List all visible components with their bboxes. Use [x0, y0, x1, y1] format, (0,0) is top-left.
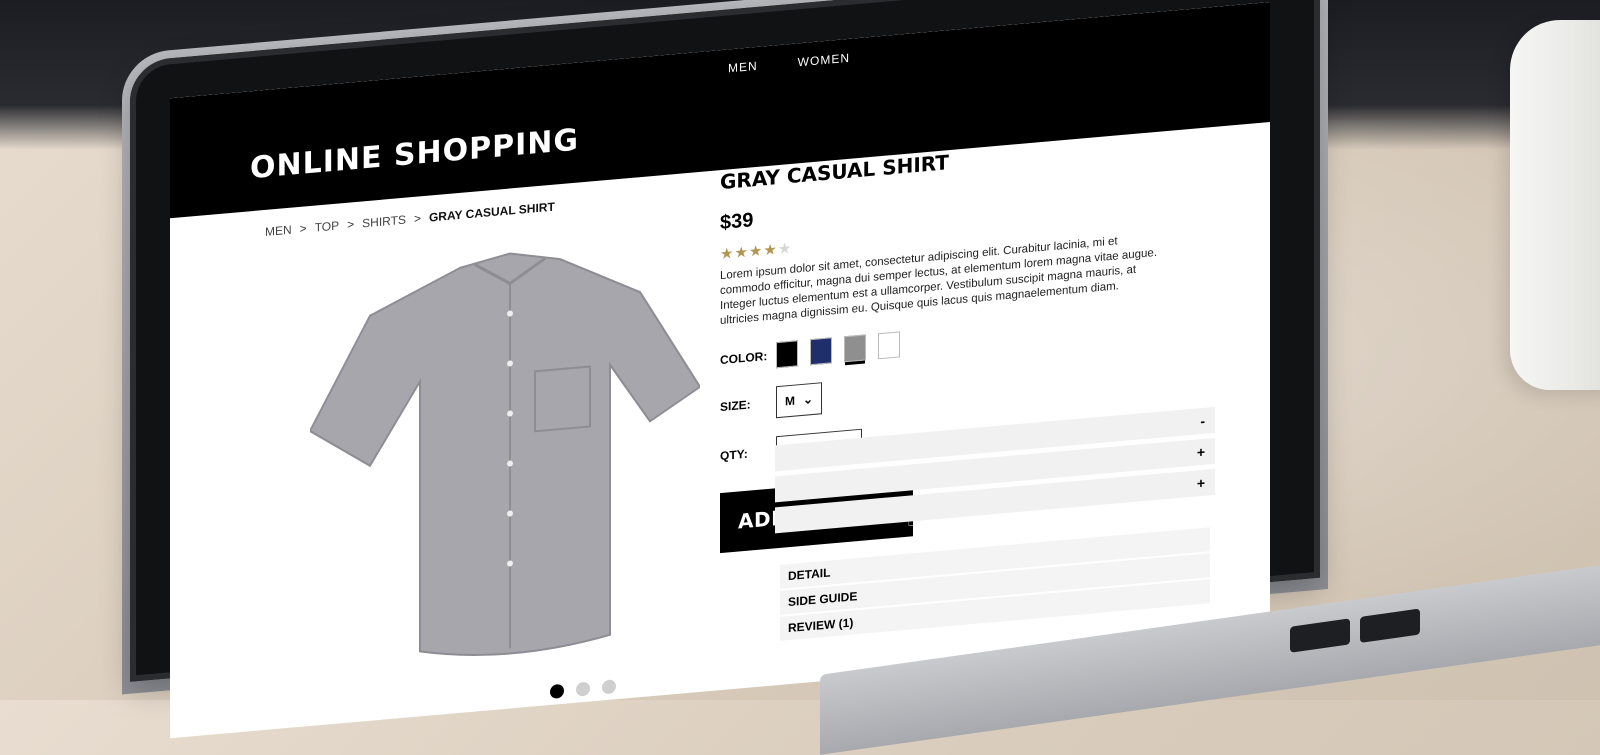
- keyboard-key: [1360, 608, 1420, 643]
- star-icon: ★: [734, 243, 749, 262]
- color-swatch-navy[interactable]: [810, 337, 832, 366]
- browser-screen: MEN WOMEN ONLINE SHOPPING MEN > TOP > SH…: [170, 2, 1270, 739]
- plus-icon: +: [1196, 443, 1205, 461]
- breadcrumb-item-top[interactable]: TOP: [315, 218, 339, 234]
- star-icon: ★: [777, 239, 793, 259]
- nav-item-men[interactable]: MEN: [728, 59, 758, 76]
- gallery-dot[interactable]: [576, 681, 590, 697]
- breadcrumb-item-men[interactable]: MEN: [265, 223, 292, 239]
- laptop-bezel: MEN WOMEN ONLINE SHOPPING MEN > TOP > SH…: [130, 0, 1320, 739]
- size-label: SIZE:: [720, 397, 751, 415]
- nav-item-women[interactable]: WOMEN: [798, 51, 850, 70]
- gallery-pagination: [550, 679, 616, 700]
- size-value: M: [784, 393, 795, 409]
- star-icon: ★: [720, 244, 735, 264]
- star-icon: ★: [763, 241, 778, 260]
- breadcrumb-separator: >: [413, 211, 421, 226]
- minus-icon: -: [1200, 412, 1205, 430]
- color-swatch-white[interactable]: [878, 331, 900, 360]
- plus-icon: +: [1196, 474, 1205, 492]
- site-logo[interactable]: ONLINE SHOPPING: [250, 122, 579, 186]
- keyboard-key: [1290, 618, 1350, 653]
- breadcrumb-current: GRAY CASUAL SHIRT: [428, 199, 555, 225]
- product-image[interactable]: [308, 227, 702, 681]
- gallery-dot[interactable]: [602, 679, 616, 695]
- gallery-dot[interactable]: [550, 683, 564, 700]
- breadcrumb-separator: >: [299, 221, 307, 236]
- coffee-mug: [1510, 20, 1600, 390]
- qty-label: QTY:: [720, 446, 748, 464]
- breadcrumb-item-shirts[interactable]: SHIRTS: [362, 213, 406, 231]
- accordion-sections: DETAIL SIDE GUIDE REVIEW (1): [780, 527, 1210, 643]
- main-nav: MEN WOMEN: [728, 51, 850, 76]
- shirt-image: [308, 252, 702, 656]
- breadcrumb-separator: >: [347, 217, 355, 232]
- color-label: COLOR:: [720, 348, 768, 368]
- laptop: MEN WOMEN ONLINE SHOPPING MEN > TOP > SH…: [122, 0, 1330, 739]
- chevron-down-icon: ⌄: [802, 391, 814, 407]
- color-swatch-black[interactable]: [776, 340, 798, 369]
- star-icon: ★: [748, 242, 764, 261]
- size-select[interactable]: M ⌄: [776, 382, 822, 419]
- color-swatch-gray[interactable]: [844, 334, 866, 363]
